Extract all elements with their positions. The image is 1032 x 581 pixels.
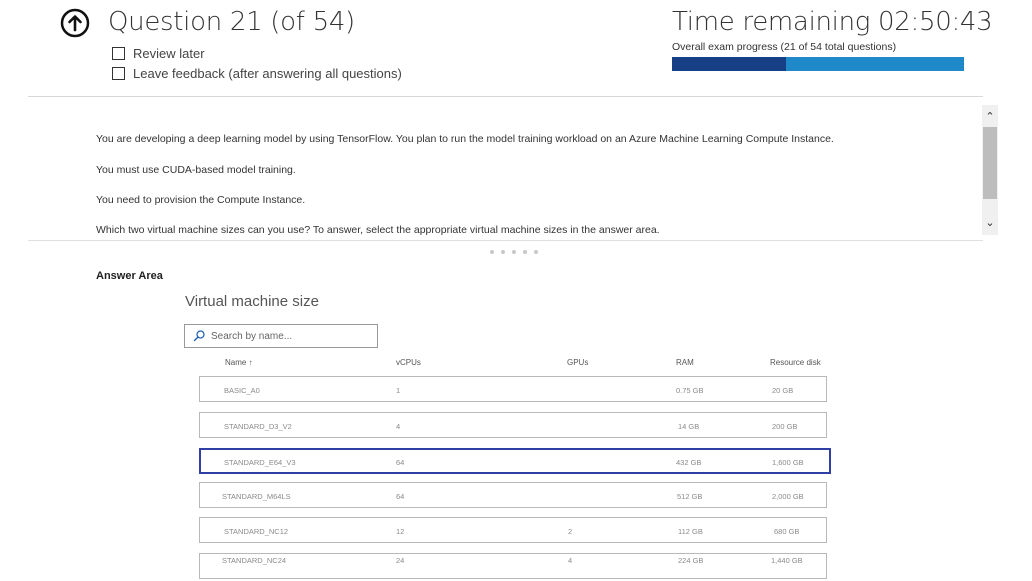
cell-vcpus: 24	[396, 556, 405, 565]
cell-name: STANDARD_D3_V2	[224, 422, 292, 431]
progress-bar	[672, 57, 964, 71]
question-line-3: You need to provision the Compute Instan…	[96, 194, 306, 206]
search-box[interactable]	[184, 324, 378, 348]
cell-name: STANDARD_NC12	[224, 527, 289, 536]
question-line-4: Which two virtual machine sizes can you …	[96, 224, 660, 236]
cell-disk: 200 GB	[772, 422, 798, 431]
chevron-up-icon[interactable]: ⌃	[982, 109, 998, 125]
cell-disk: 20 GB	[772, 386, 794, 395]
question-scrollbar[interactable]: ⌃ ⌄	[982, 105, 998, 235]
dot	[534, 250, 538, 254]
cell-vcpus: 12	[396, 527, 405, 536]
cell-ram: 224 GB	[678, 556, 704, 565]
cell-disk: 1,440 GB	[771, 556, 803, 565]
header-divider	[28, 96, 983, 97]
dot	[512, 250, 516, 254]
vm-row-standard-d3-v2[interactable]: STANDARD_D3_V2 4 14 GB 200 GB	[199, 412, 827, 438]
cell-ram: 0.75 GB	[676, 386, 704, 395]
question-separator	[28, 240, 983, 241]
column-header-resource-disk[interactable]: Resource disk	[770, 358, 821, 367]
dot	[523, 250, 527, 254]
cell-ram: 432 GB	[676, 458, 702, 467]
column-header-name[interactable]: Name ↑	[225, 358, 253, 367]
cell-ram: 512 GB	[677, 492, 703, 501]
cell-name: BASIC_A0	[224, 386, 260, 395]
cell-vcpus: 1	[396, 386, 401, 395]
dot	[501, 250, 505, 254]
vm-row-standard-m64ls[interactable]: STANDARD_M64LS 64 512 GB 2,000 GB	[199, 482, 827, 508]
cell-ram: 14 GB	[678, 422, 700, 431]
vm-row-standard-e64-v3[interactable]: STANDARD_E64_V3 64 432 GB 1,600 GB	[199, 448, 831, 474]
cell-gpus: 4	[568, 556, 573, 565]
search-input[interactable]	[209, 329, 373, 343]
chevron-down-icon[interactable]: ⌄	[982, 215, 998, 231]
cell-vcpus: 4	[396, 422, 401, 431]
leave-feedback-checkbox[interactable]: Leave feedback (after answering all ques…	[112, 66, 402, 81]
question-number-title: Question 21 (of 54)	[108, 7, 355, 37]
progress-bar-fill	[672, 57, 786, 71]
cell-disk: 680 GB	[774, 527, 800, 536]
cell-disk: 1,600 GB	[772, 458, 804, 467]
cell-ram: 112 GB	[678, 527, 703, 536]
search-icon	[193, 330, 205, 342]
column-header-gpus[interactable]: GPUs	[567, 358, 588, 367]
column-header-vcpus[interactable]: vCPUs	[396, 358, 421, 367]
column-header-ram[interactable]: RAM	[676, 358, 694, 367]
exam-header: Question 21 (of 54) Review later Leave f…	[0, 0, 1032, 100]
cell-vcpus: 64	[396, 492, 405, 501]
cell-vcpus: 64	[396, 458, 405, 467]
question-line-1: You are developing a deep learning model…	[96, 133, 834, 145]
vm-row-standard-nc12[interactable]: STANDARD_NC12 12 2 112 GB 680 GB	[199, 517, 827, 543]
question-line-2: You must use CUDA-based model training.	[96, 164, 296, 176]
cell-name: STANDARD_E64_V3	[224, 458, 296, 467]
back-arrow-icon[interactable]	[60, 8, 90, 38]
vm-size-title: Virtual machine size	[185, 293, 319, 310]
cell-name: STANDARD_NC24	[222, 556, 287, 565]
checkbox-box[interactable]	[112, 47, 125, 60]
dot	[490, 250, 494, 254]
scrollbar-thumb[interactable]	[983, 127, 997, 199]
time-remaining: Time remaining 02:50:43	[672, 7, 993, 37]
answer-area-label: Answer Area	[96, 270, 163, 282]
checkbox-box[interactable]	[112, 67, 125, 80]
vm-row-standard-nc24[interactable]: STANDARD_NC24 24 4 224 GB 1,440 GB	[199, 553, 827, 579]
cell-name: STANDARD_M64LS	[222, 492, 291, 501]
cell-gpus: 2	[568, 527, 573, 536]
review-later-checkbox[interactable]: Review later	[112, 46, 205, 61]
leave-feedback-label: Leave feedback (after answering all ques…	[133, 66, 402, 81]
progress-label: Overall exam progress (21 of 54 total qu…	[672, 41, 897, 53]
splitter-handle[interactable]	[490, 250, 538, 254]
cell-disk: 2,000 GB	[772, 492, 804, 501]
review-later-label: Review later	[133, 46, 205, 61]
vm-row-basic-a0[interactable]: BASIC_A0 1 0.75 GB 20 GB	[199, 376, 827, 402]
